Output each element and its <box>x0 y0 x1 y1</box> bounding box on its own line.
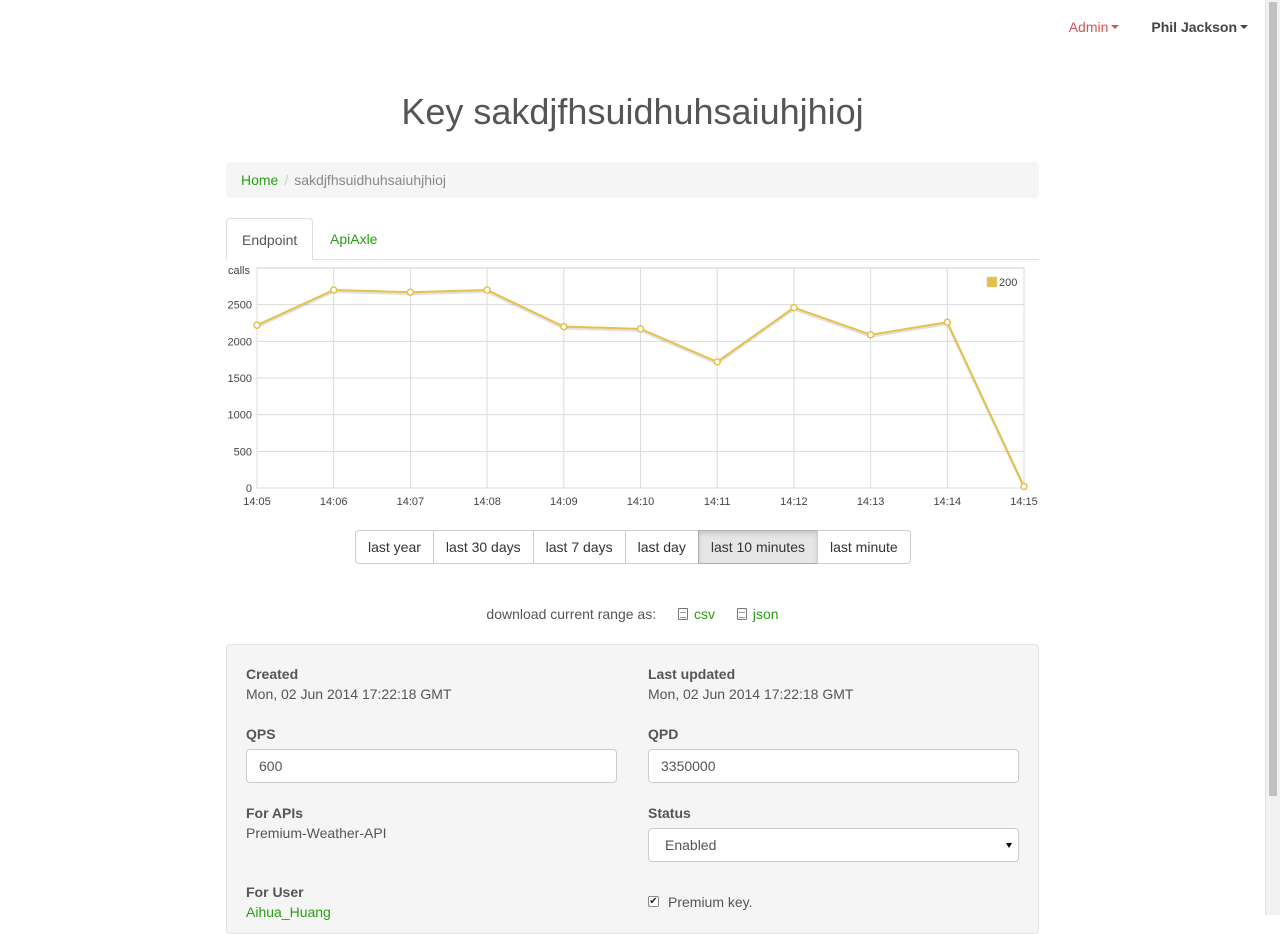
range-button-last-10-minutes[interactable]: last 10 minutes <box>697 530 818 564</box>
data-point <box>943 318 952 327</box>
status-select[interactable]: Enabled <box>648 828 1019 862</box>
breadcrumb-home-link[interactable]: Home <box>241 172 278 188</box>
range-button-last-day[interactable]: last day <box>624 530 699 564</box>
download-row: download current range as: csv json <box>0 606 1265 622</box>
range-button-last-7-days[interactable]: last 7 days <box>532 530 626 564</box>
data-point <box>713 358 721 366</box>
created-label: Created <box>246 666 299 682</box>
range-button-last-year[interactable]: last year <box>355 530 434 564</box>
caret-down-icon <box>1111 25 1120 29</box>
qpd-label: QPD <box>648 726 679 742</box>
download-json-link[interactable]: json <box>736 606 779 622</box>
data-point <box>253 321 261 329</box>
user-link[interactable]: Aihua_Huang <box>246 904 331 920</box>
updated-label: Last updated <box>648 666 736 682</box>
download-prefix: download current range as: <box>486 606 657 622</box>
legend-label: 200 <box>999 277 1017 289</box>
status-label: Status <box>648 805 691 821</box>
qps-input[interactable] <box>246 749 617 783</box>
qps-label: QPS <box>246 726 276 742</box>
select-arrow-icon <box>1006 843 1012 848</box>
data-point <box>483 286 491 294</box>
data-point <box>1020 482 1028 491</box>
x-tick-label: 14:05 <box>243 496 271 508</box>
data-point <box>636 325 645 333</box>
file-icon <box>677 608 688 620</box>
x-tick-label: 14:08 <box>473 496 501 508</box>
data-point <box>406 288 415 296</box>
user-menu[interactable]: Phil Jackson <box>1151 17 1248 37</box>
range-button-group: last year last 30 days last 7 days last day… <box>355 530 911 564</box>
x-tick-label: 14:09 <box>550 496 578 508</box>
range-button-last-30-days[interactable]: last 30 days <box>432 530 534 564</box>
breadcrumb: Home / sakdjfhsuidhuhsaiuhjhioj <box>226 162 1039 198</box>
user-label: For User <box>246 884 304 900</box>
y-tick-label: 0 <box>246 483 252 495</box>
file-icon <box>736 608 747 620</box>
key-details-panel: Created Mon, 02 Jun 2014 17:22:18 GMT La… <box>226 644 1039 934</box>
tab-endpoint[interactable]: Endpoint <box>226 218 313 260</box>
y-tick-label: 2500 <box>228 300 252 312</box>
calls-chart: 0 500 1000 1500 2000 2500 14:05 14:06 14:07 14:08… <box>226 262 1041 512</box>
qpd-input[interactable] <box>648 749 1019 783</box>
x-tick-label: 14:10 <box>627 496 655 508</box>
legend-swatch <box>986 276 998 288</box>
status-select-value: Enabled <box>665 837 717 853</box>
admin-menu[interactable]: Admin <box>1069 17 1120 37</box>
apis-value: Premium-Weather-API <box>246 825 387 841</box>
download-csv-link[interactable]: csv <box>677 606 715 622</box>
premium-label: Premium key. <box>668 894 753 910</box>
data-point <box>790 303 798 312</box>
y-tick-label: 1000 <box>228 410 252 422</box>
x-tick-label: 14:06 <box>320 496 348 508</box>
premium-checkbox[interactable]: ✔ <box>648 896 659 907</box>
scrollbar-thumb[interactable] <box>1269 2 1277 796</box>
breadcrumb-separator: / <box>284 172 289 188</box>
top-nav: Admin Phil Jackson <box>1069 17 1248 37</box>
tab-bar: Endpoint ApiAxle <box>226 218 1039 260</box>
y-tick-label: 500 <box>234 446 252 458</box>
range-button-last-minute[interactable]: last minute <box>817 530 911 564</box>
x-tick-label: 14:14 <box>934 496 962 508</box>
data-point <box>560 322 568 331</box>
x-tick-label: 14:12 <box>780 496 808 508</box>
page-title: Key sakdjfhsuidhuhsaiuhjhioj <box>401 91 864 132</box>
tab-apiaxle[interactable]: ApiAxle <box>315 218 392 260</box>
x-tick-label: 14:15 <box>1010 496 1038 508</box>
admin-menu-label: Admin <box>1068 19 1109 35</box>
chart-svg: 0 500 1000 1500 2000 2500 14:05 14:06 14:07 14:08… <box>228 265 1038 508</box>
y-axis-label: calls <box>228 265 251 277</box>
x-tick-label: 14:07 <box>397 496 425 508</box>
user-menu-label: Phil Jackson <box>1151 19 1237 35</box>
breadcrumb-current: sakdjfhsuidhuhsaiuhjhioj <box>294 172 447 188</box>
data-point <box>866 330 875 339</box>
apis-label: For APIs <box>246 805 304 821</box>
y-tick-label: 1500 <box>228 373 252 385</box>
x-tick-label: 14:11 <box>704 496 731 508</box>
data-point <box>329 286 338 294</box>
csv-label: csv <box>693 606 715 622</box>
created-value: Mon, 02 Jun 2014 17:22:18 GMT <box>246 686 452 702</box>
json-label: json <box>752 606 779 622</box>
caret-down-icon <box>1240 25 1248 29</box>
x-tick-label: 14:13 <box>857 496 885 508</box>
updated-value: Mon, 02 Jun 2014 17:22:18 GMT <box>648 686 854 702</box>
y-tick-label: 2000 <box>228 336 252 348</box>
vertical-scrollbar[interactable] <box>1265 0 1280 915</box>
